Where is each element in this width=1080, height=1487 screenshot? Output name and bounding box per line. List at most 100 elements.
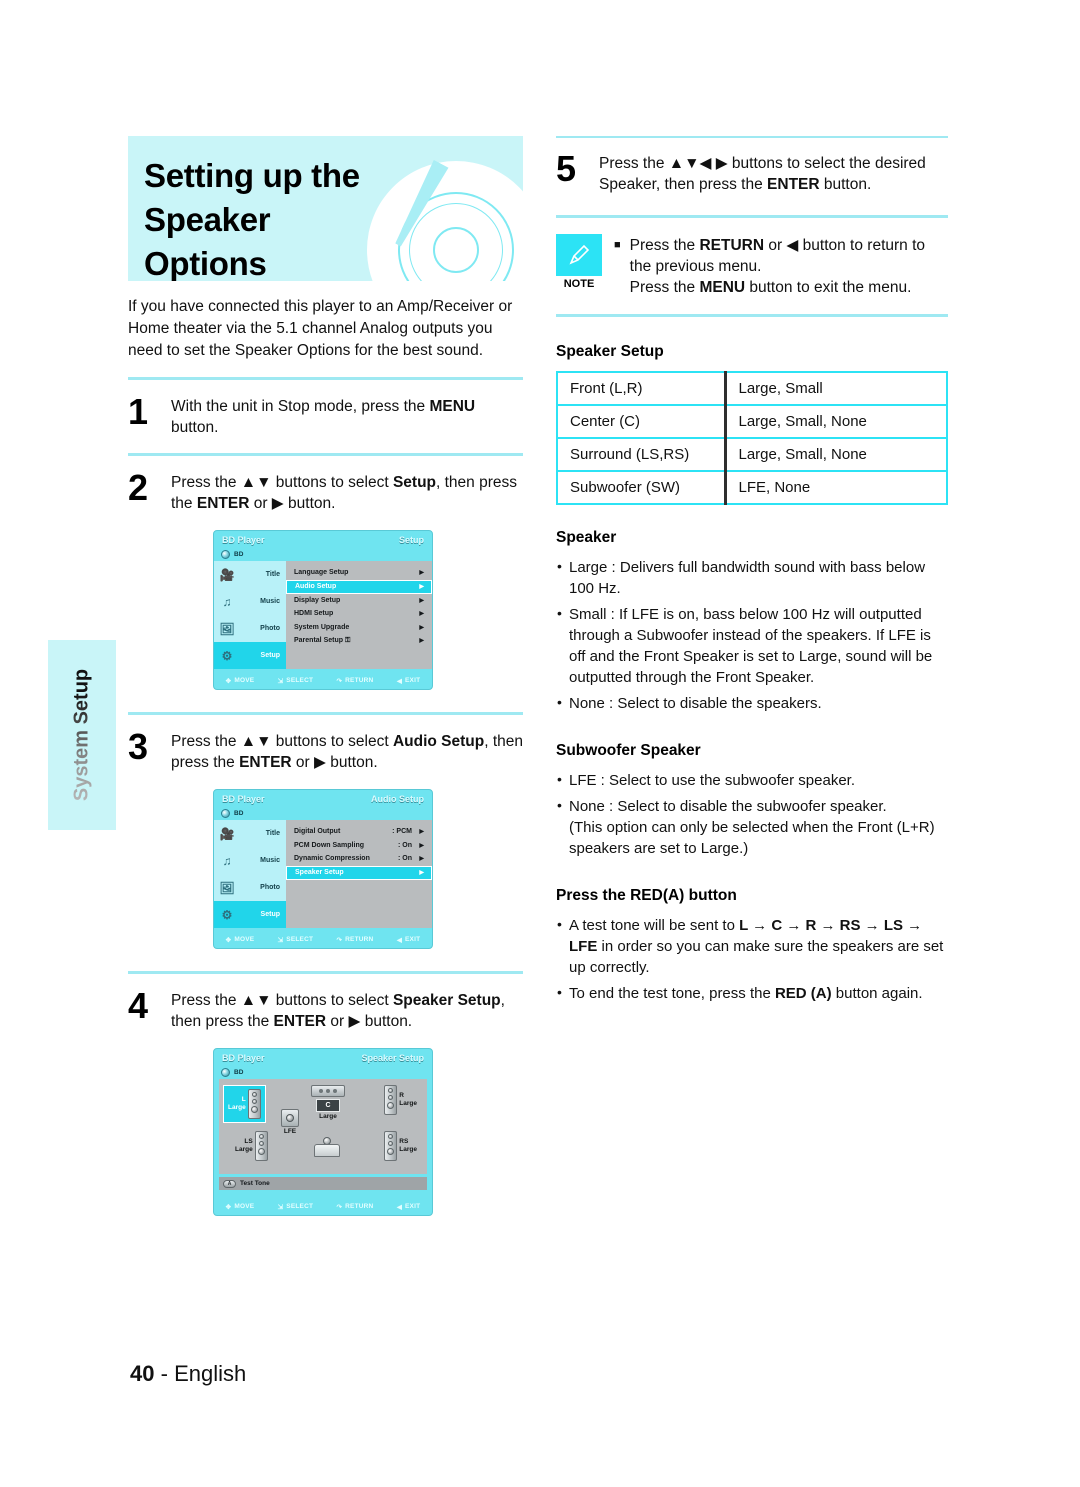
page-number: 40 [130, 1361, 155, 1386]
chevron-right-icon: ▶ [419, 624, 424, 631]
osd-footer-move[interactable]: ✥ MOVE [226, 677, 255, 685]
list-item: A test tone will be sent to L → C → R → … [556, 914, 948, 978]
osd-footer-exit[interactable]: ◀ EXIT [397, 1203, 420, 1211]
osd-sidebar-item-photo[interactable]: 🖼 Photo [214, 615, 286, 642]
test-tone-button[interactable]: A Test Tone [219, 1177, 427, 1190]
speaker-icon [384, 1131, 398, 1161]
disc-icon [221, 550, 230, 559]
osd-sidebar-label: Music [260, 598, 280, 605]
osd-sidebar-item-title[interactable]: 🎥 Title [214, 820, 286, 847]
osd-footer-exit[interactable]: ◀ EXIT [397, 677, 420, 685]
step-text: Press the ▲▼◀ ▶ buttons to select the de… [599, 155, 926, 193]
osd-menu-label: Language Setup [294, 569, 349, 577]
osd-menu-item[interactable]: Dynamic Compression : On ▶ [286, 852, 432, 866]
return-icon: ↷ [336, 677, 343, 685]
osd-footer-return[interactable]: ↷ RETURN [337, 936, 374, 944]
note-text: ■ Press the RETURN or ◀ button to return… [614, 234, 948, 298]
osd-menu-list: Digital Output : PCM ▶ PCM Down Sampling… [286, 820, 432, 928]
osd-footer-select[interactable]: ⇲ SELECT [278, 677, 314, 685]
red-a-key-icon: A [223, 1179, 236, 1188]
osd-menu-label: System Upgrade [294, 623, 350, 631]
osd-sidebar-item-photo[interactable]: 🖼 Photo [214, 874, 286, 901]
step-text: Press the ▲▼ buttons to select Speaker S… [171, 992, 505, 1030]
film-reel-icon: 🎥 [219, 567, 235, 582]
osd-menu-item[interactable]: HDMI Setup ▶ [286, 607, 432, 621]
osd-footer-return[interactable]: ↷ RETURN [337, 677, 374, 685]
list-item: LFE : Select to use the subwoofer speake… [556, 769, 948, 791]
chevron-right-icon: ▶ [419, 584, 424, 590]
footer-language: English [174, 1361, 247, 1386]
osd-menu-label: Parental Setup ⚿ [294, 636, 351, 644]
osd-menu-item[interactable]: Parental Setup ⚿ ▶ [286, 634, 432, 648]
osd-footer-bar: ✥ MOVE ⇲ SELECT ↷ RETURN ◀ EXIT [214, 672, 432, 689]
step-text: Press the ▲▼ buttons to select Audio Set… [171, 733, 524, 771]
speaker-label: LFE [283, 1128, 297, 1135]
osd-footer-select[interactable]: ⇲ SELECT [278, 936, 314, 944]
osd-menu-item[interactable]: Digital Output : PCM ▶ [286, 825, 432, 839]
osd-menu-label: Audio Setup [295, 583, 337, 590]
table-cell-value: Large, Small, None [725, 405, 947, 439]
red-button-list: A test tone will be sent to L → C → R → … [556, 914, 948, 1004]
osd-sidebar-item-setup[interactable]: ⚙ Setup [214, 901, 286, 928]
left-column: Setting up the Speaker Options If you ha… [128, 136, 523, 1216]
osd-menu-item[interactable]: System Upgrade ▶ [286, 621, 432, 635]
osd-menu-item-selected[interactable]: Speaker Setup ▶ [286, 865, 432, 880]
music-note-icon: ♫ [222, 853, 232, 868]
osd-menu-item[interactable]: PCM Down Sampling : On ▶ [286, 839, 432, 853]
osd-sidebar-item-music[interactable]: ♫ Music [214, 588, 286, 615]
osd-disc-label: BD [234, 810, 244, 817]
osd-sidebar-label: Setup [260, 911, 280, 918]
photo-icon: 🖼 [219, 880, 235, 895]
note-line-1: Press the RETURN or ◀ button to return t… [629, 237, 926, 275]
step-number: 4 [128, 985, 149, 1026]
list-item: None : Select to disable the speakers. [556, 692, 948, 714]
speaker-right-surround[interactable]: RS Large [384, 1131, 417, 1161]
subwoofer-option-list: LFE : Select to use the subwoofer speake… [556, 769, 948, 859]
osd-sidebar-item-music[interactable]: ♫ Music [214, 847, 286, 874]
speaker-layout-diagram: L Large LS Large LFE C Large R Large RS … [219, 1079, 427, 1174]
page-title-line1: Setting up the Speaker [144, 157, 360, 238]
gear-icon: ⚙ [221, 648, 233, 663]
speaker-lfe[interactable]: LFE [281, 1109, 299, 1135]
osd-sidebar-label: Photo [260, 625, 280, 632]
step-number: 1 [128, 391, 149, 432]
chevron-right-icon: ▶ [419, 829, 424, 836]
osd-footer-move[interactable]: ✥ MOVE [226, 1203, 255, 1211]
list-item: To end the test tone, press the RED (A) … [556, 982, 948, 1004]
speaker-front-left[interactable]: L Large [223, 1085, 266, 1123]
divider [556, 314, 948, 317]
osd-disc-row: BD [214, 548, 432, 561]
footer-dash: - [160, 1361, 168, 1386]
enter-icon: ⇲ [277, 936, 284, 944]
speaker-label: RS Large [399, 1138, 417, 1153]
step-2: 2 Press the ▲▼ buttons to select Setup, … [128, 469, 523, 514]
osd-footer-exit[interactable]: ◀ EXIT [397, 936, 420, 944]
osd-footer-select[interactable]: ⇲ SELECT [278, 1203, 314, 1211]
osd-menu-item[interactable]: Display Setup ▶ [286, 594, 432, 608]
chevron-right-icon: ▶ [419, 638, 424, 645]
osd-menu-label: Digital Output [294, 828, 341, 836]
step-1: 1 With the unit in Stop mode, press the … [128, 393, 523, 438]
exit-icon: ◀ [396, 936, 403, 944]
osd-menu-item[interactable]: Language Setup ▶ [286, 566, 432, 580]
step-number: 2 [128, 467, 149, 508]
osd-footer-return[interactable]: ↷ RETURN [337, 1203, 374, 1211]
speaker-left-surround[interactable]: LS Large [235, 1131, 268, 1161]
pencil-icon [556, 234, 602, 276]
speaker-icon [247, 1089, 261, 1119]
osd-sidebar-item-setup[interactable]: ⚙ Setup [214, 642, 286, 669]
osd-sidebar-item-title[interactable]: 🎥 Title [214, 561, 286, 588]
step-number: 3 [128, 726, 149, 767]
osd-sidebar-label: Photo [260, 884, 280, 891]
note-line-2: Press the MENU button to exit the menu. [629, 279, 912, 296]
speaker-size: Large [319, 1113, 337, 1120]
speaker-front-right[interactable]: R Large [384, 1085, 417, 1115]
osd-menu-item-selected[interactable]: Audio Setup ▶ [286, 579, 432, 594]
chevron-right-icon: ▶ [419, 870, 424, 876]
osd-menu-label: Speaker Setup [295, 869, 344, 876]
speaker-center[interactable]: C Large [311, 1085, 345, 1120]
step-3: 3 Press the ▲▼ buttons to select Audio S… [128, 728, 523, 773]
osd-footer-bar: ✥ MOVE ⇲ SELECT ↷ RETURN ◀ EXIT [214, 931, 432, 948]
osd-footer-move[interactable]: ✥ MOVE [226, 936, 255, 944]
speaker-icon [254, 1131, 268, 1161]
